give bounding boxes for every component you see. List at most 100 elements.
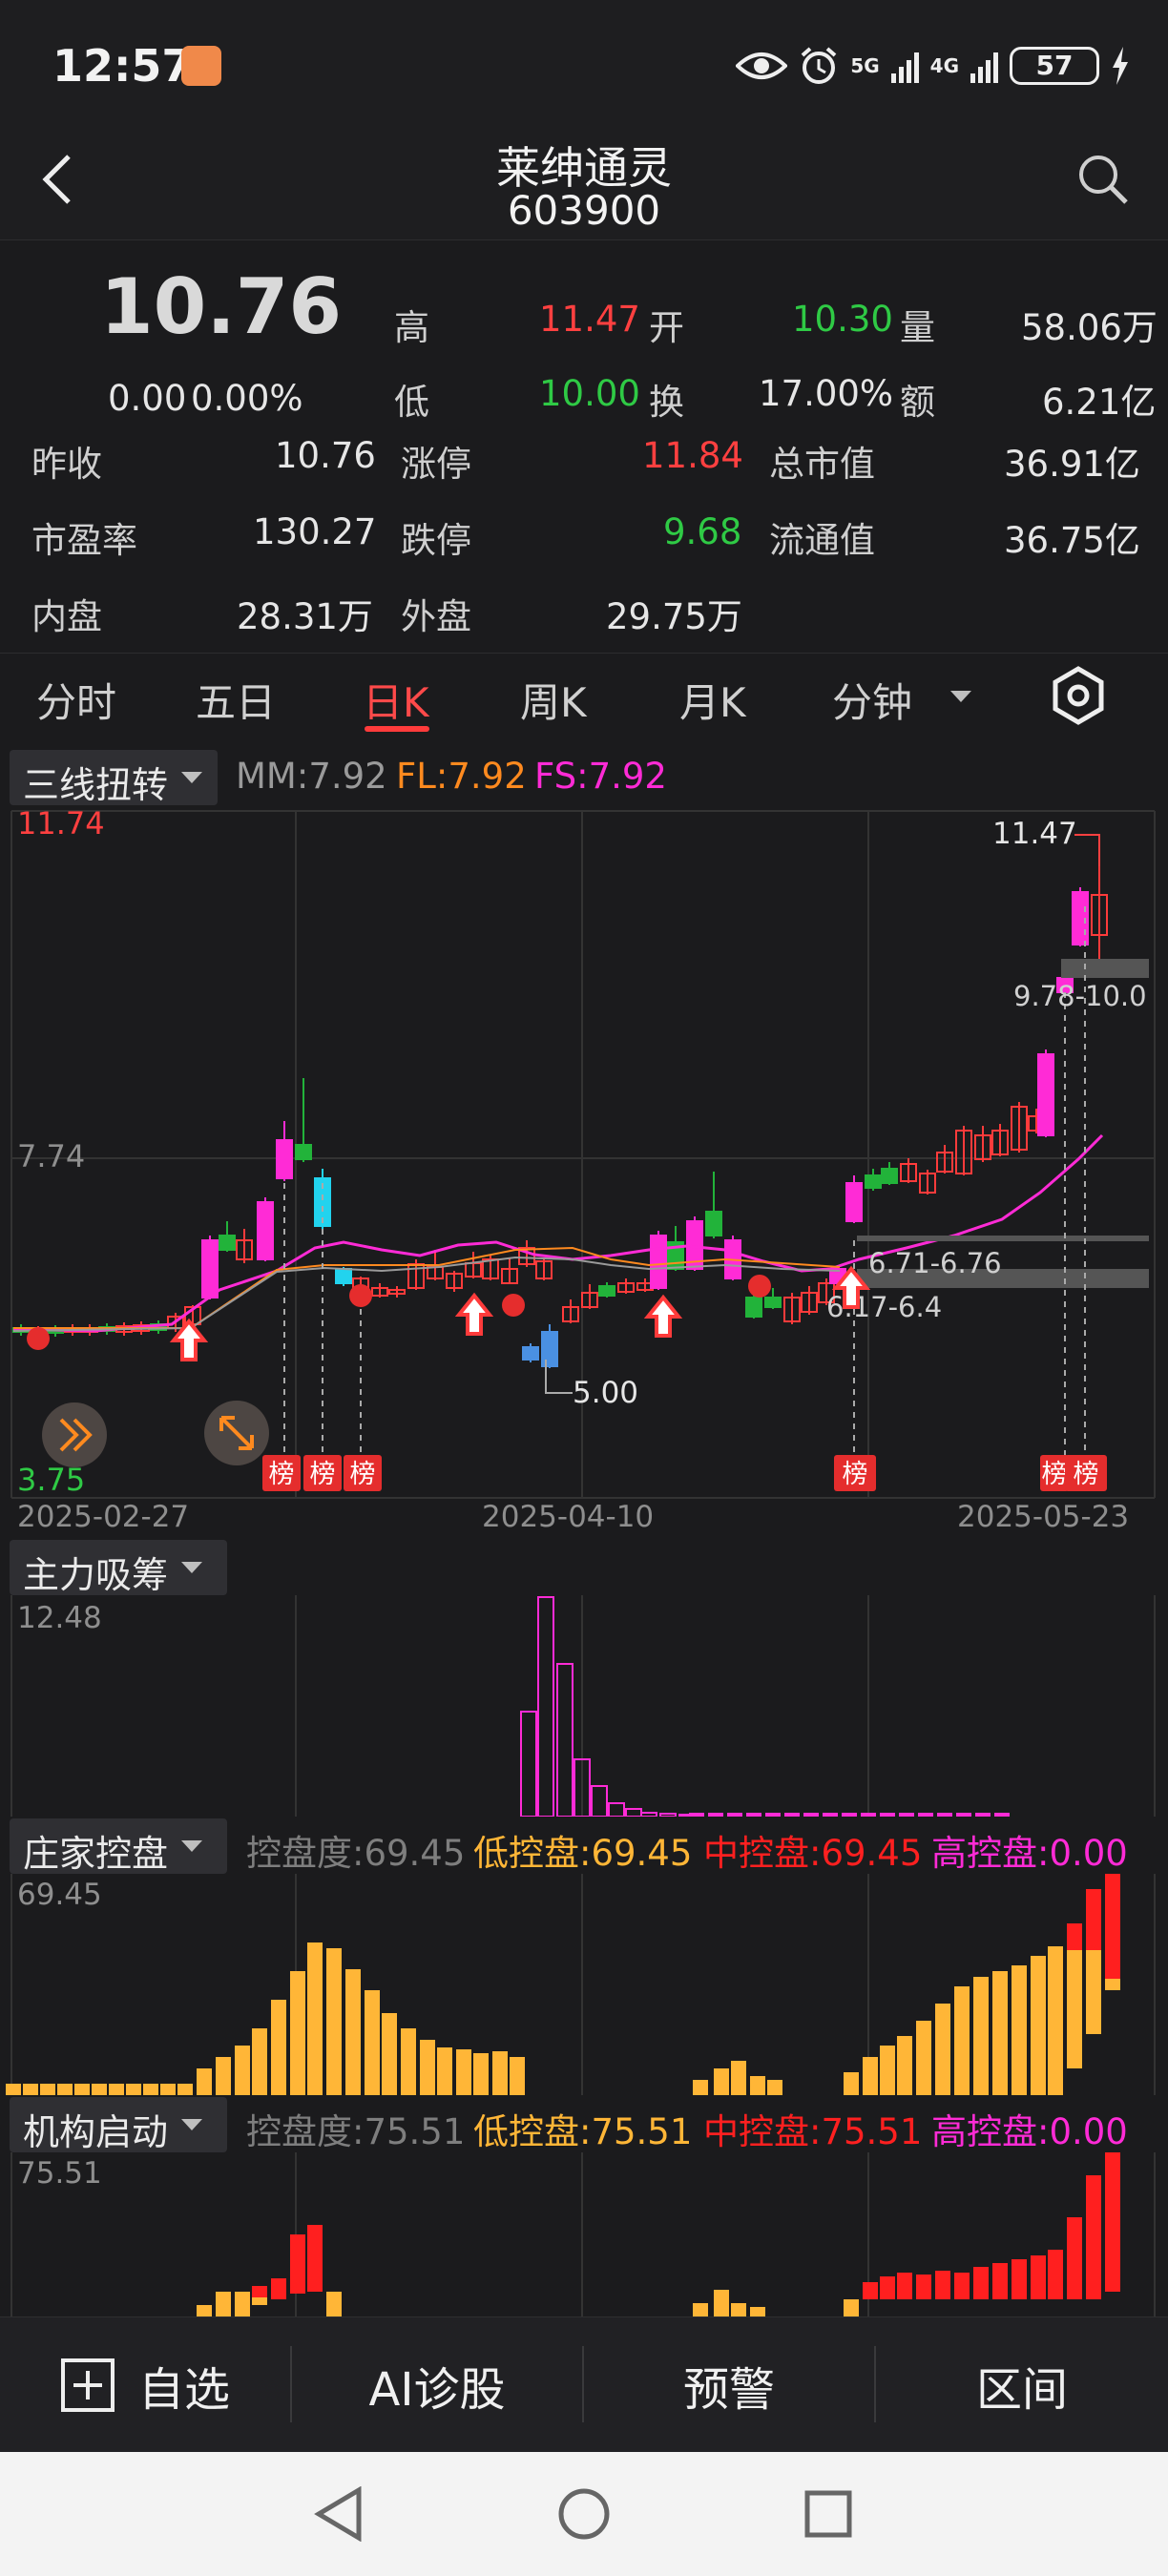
kline-chart[interactable]: 5.00 11.47 6.71-6.76 6.17-6.4 9.78-10.0 … xyxy=(0,801,1168,1507)
zhuangjia-indicator-selector[interactable]: 庄家控盘 xyxy=(10,1818,227,1875)
nav-back-icon[interactable] xyxy=(313,2486,365,2542)
candlestick xyxy=(881,1162,898,1185)
add-watchlist-button[interactable]: 自选 xyxy=(0,2317,290,2453)
jigou-kpd: 控盘度:75.51 xyxy=(246,2111,466,2152)
candlestick xyxy=(991,1124,1009,1156)
candle-body xyxy=(745,1297,762,1318)
jigou-indicator-name: 机构启动 xyxy=(23,2111,169,2153)
candle-body xyxy=(1037,1053,1054,1136)
candle-body xyxy=(705,1211,722,1236)
jigou-high: 高控盘:0.00 xyxy=(931,2111,1128,2152)
low-control-bar xyxy=(731,2303,746,2316)
mid-control-bar xyxy=(897,2273,912,2299)
candle-body xyxy=(541,1331,558,1367)
expand-sidebar-button[interactable] xyxy=(42,1402,107,1467)
stock-header: 莱绅通灵 603900 xyxy=(0,134,1168,240)
candlestick xyxy=(219,1221,236,1252)
battery-icon: 57 xyxy=(1010,47,1099,85)
rank-badge-2: 榜 xyxy=(310,1460,336,1489)
low-control-bar xyxy=(844,2072,859,2095)
jigou-low: 低控盘:75.51 xyxy=(473,2111,693,2152)
xichou-bar xyxy=(608,1802,625,1817)
jigou-max: 75.51 xyxy=(17,2156,102,2191)
candle-body xyxy=(764,1297,782,1308)
low-control-bar xyxy=(160,2084,176,2095)
zhuangjia-indicator-name: 庄家控盘 xyxy=(23,1833,169,1875)
low-control-bar xyxy=(714,2068,729,2095)
tab-weekly-k[interactable]: 周K xyxy=(520,671,587,729)
add-watchlist-label: 自选 xyxy=(137,2363,230,2417)
search-icon[interactable] xyxy=(1076,153,1130,206)
float-cap-value: 36.75亿 xyxy=(1004,520,1140,561)
xichou-bar xyxy=(746,1813,761,1817)
low-control-bar xyxy=(767,2080,782,2095)
low-value: 10.00 xyxy=(539,373,640,414)
low-control-bar xyxy=(6,2084,21,2095)
open-value: 10.30 xyxy=(792,299,893,340)
high-annotation: 11.47 xyxy=(992,817,1077,851)
add-square-icon xyxy=(60,2358,115,2412)
tab-daily-k[interactable]: 日K xyxy=(363,671,429,729)
inner-volume-label: 内盘 xyxy=(31,596,102,637)
nav-recents-icon[interactable] xyxy=(804,2490,852,2538)
mid-control-bar xyxy=(1105,1874,1120,1979)
fl-line xyxy=(13,1246,841,1329)
candlestick xyxy=(535,1257,553,1280)
candlestick xyxy=(1011,1102,1028,1153)
chevron-down-icon xyxy=(181,1562,203,1573)
signal-5g-icon xyxy=(890,49,919,83)
alarm-icon xyxy=(801,47,837,84)
candle-body xyxy=(865,1174,882,1189)
xichou-chart: 12.48 xyxy=(10,1595,1156,1817)
nav-home-icon[interactable] xyxy=(557,2487,611,2541)
low-control-bar xyxy=(750,2307,765,2316)
mid-control-bar xyxy=(290,2234,305,2294)
low-control-bar xyxy=(954,1986,970,2095)
pe-label: 市盈率 xyxy=(31,520,137,561)
candlestick xyxy=(801,1286,818,1315)
candlestick xyxy=(650,1231,667,1290)
tab-five-day[interactable]: 五日 xyxy=(196,671,276,729)
fl-value: FL:7.92 xyxy=(396,756,527,797)
tab-monthly-k[interactable]: 月K xyxy=(679,671,746,729)
rank-badge-5: 榜 xyxy=(1042,1460,1068,1489)
candlestick xyxy=(446,1271,463,1292)
candlestick xyxy=(562,1299,579,1323)
price-axis-bottom: 3.75 xyxy=(17,1462,85,1498)
date-axis-end: 2025-05-23 xyxy=(957,1500,1130,1534)
jigou-indicator-selector[interactable]: 机构启动 xyxy=(10,2097,227,2153)
settings-icon[interactable] xyxy=(1048,665,1109,726)
active-tab-underline xyxy=(365,726,429,732)
low-control-bar xyxy=(1031,1956,1046,2095)
low-control-bar xyxy=(935,2004,950,2095)
xichou-bar xyxy=(625,1808,642,1817)
kline-indicator-selector[interactable]: 三线扭转 xyxy=(10,750,218,806)
low-control-bar xyxy=(345,1969,361,2095)
xichou-bar xyxy=(537,1596,554,1817)
low-control-bar xyxy=(880,2046,895,2095)
limit-down-label: 跌停 xyxy=(401,520,471,561)
low-control-bar xyxy=(40,2084,55,2095)
market-cap-value: 36.91亿 xyxy=(1004,444,1140,485)
candlestick xyxy=(617,1278,635,1294)
low-control-bar xyxy=(750,2076,765,2095)
mid-control-bar xyxy=(271,2278,286,2299)
range-button[interactable]: 区间 xyxy=(876,2317,1168,2453)
ai-diagnosis-button[interactable]: AI诊股 xyxy=(292,2317,582,2453)
fullscreen-button[interactable] xyxy=(204,1401,269,1465)
alert-button[interactable]: 预警 xyxy=(584,2317,874,2453)
minute-dropdown-icon[interactable] xyxy=(950,691,971,702)
app-notification-icon xyxy=(181,46,221,86)
low-control-bar xyxy=(382,2013,397,2095)
candlestick xyxy=(407,1259,425,1290)
outer-volume-label: 外盘 xyxy=(401,596,471,637)
tab-minute[interactable]: 分钟 xyxy=(832,671,912,729)
chevron-down-icon xyxy=(181,2119,203,2130)
status-time: 12:57 xyxy=(52,40,193,92)
range-label: 区间 xyxy=(975,2363,1068,2417)
xichou-bar xyxy=(708,1813,723,1817)
money-bag-icon xyxy=(349,1284,372,1307)
tab-intraday[interactable]: 分时 xyxy=(36,671,116,729)
low-control-bar xyxy=(992,1971,1008,2095)
xichou-indicator-selector[interactable]: 主力吸筹 xyxy=(10,1540,227,1596)
